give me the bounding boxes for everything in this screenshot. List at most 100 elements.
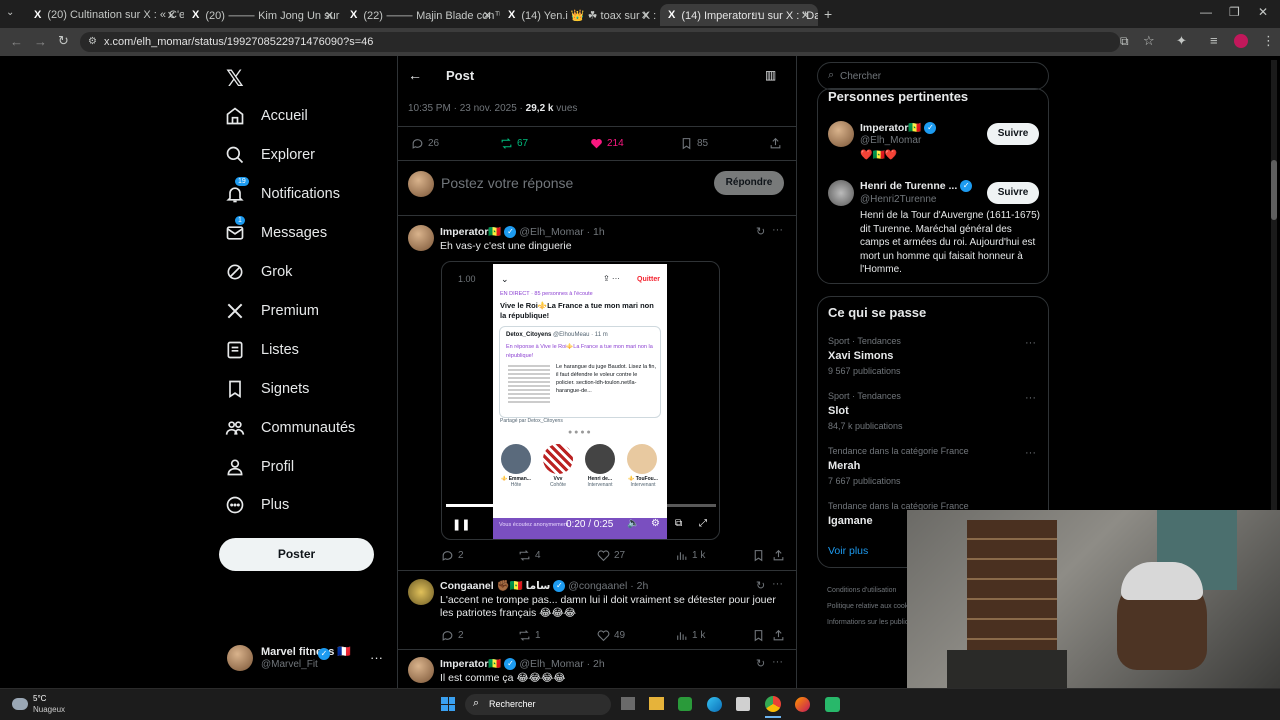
reply-author-name[interactable]: Imperator🇸🇳 xyxy=(440,226,502,238)
nav-more[interactable]: Plus xyxy=(225,490,289,520)
browser-tab-2[interactable]: X(20) ⸻ Kim Jong Un sur X : "✕ xyxy=(184,4,342,26)
nav-notifications[interactable]: 19 Notifications xyxy=(225,177,340,209)
grok-analyze-icon[interactable]: ↻ xyxy=(756,225,765,238)
account-menu-icon[interactable]: ··· xyxy=(370,650,383,665)
reply-bookmark-button[interactable] xyxy=(752,629,769,642)
maximize-icon[interactable]: ❐ xyxy=(1229,5,1240,19)
file-explorer-icon[interactable] xyxy=(649,697,664,710)
nav-profile[interactable]: Profil xyxy=(225,452,294,482)
nav-communities[interactable]: Communautés xyxy=(225,413,355,443)
reply-author-name[interactable]: Congaanel ✊🏾🇸🇳 ساما xyxy=(440,580,550,592)
person-name[interactable]: Imperator🇸🇳 xyxy=(860,122,922,134)
trend-more-icon[interactable]: ··· xyxy=(1025,337,1036,349)
trend-more-icon[interactable]: ··· xyxy=(1025,447,1036,459)
search-input[interactable]: Chercher xyxy=(840,71,881,82)
reply-more-icon[interactable]: ··· xyxy=(772,224,783,236)
bookmark-star-icon[interactable]: ☆ xyxy=(1143,33,1155,49)
reply-submit-button[interactable]: Répondre xyxy=(714,171,784,195)
nav-lists[interactable]: Listes xyxy=(225,335,299,365)
firefox-icon[interactable] xyxy=(795,697,810,712)
volume-icon[interactable]: 🔈 xyxy=(627,518,639,529)
reply-author-name[interactable]: Imperator🇸🇳 xyxy=(440,658,502,670)
windows-start-icon[interactable] xyxy=(441,697,455,711)
store-icon[interactable] xyxy=(736,697,750,711)
follow-button[interactable]: Suivre xyxy=(987,182,1039,204)
browser-tab-4[interactable]: X (14) Yen.i 👑 ☘ toax sur X : "V ✕ xyxy=(500,4,658,26)
reply-author-handle[interactable]: @Elh_Momar · 2h xyxy=(519,658,604,670)
task-view-icon[interactable] xyxy=(621,697,635,710)
reply-more-icon[interactable]: ··· xyxy=(772,656,783,668)
taskbar-search[interactable]: ⌕ Rechercher xyxy=(465,694,611,715)
reply-more-icon[interactable]: ··· xyxy=(772,578,783,590)
profile-avatar-icon[interactable] xyxy=(1234,34,1248,48)
chrome-icon[interactable] xyxy=(765,696,781,712)
reply-views-button[interactable]: 1 k xyxy=(675,549,705,562)
reply-avatar[interactable] xyxy=(408,225,434,251)
reply-share-button[interactable] xyxy=(772,629,789,642)
reply-reply-button[interactable]: 2 xyxy=(441,629,464,642)
scrollbar-thumb[interactable] xyxy=(1271,160,1277,220)
close-tab-icon[interactable]: ✕ xyxy=(641,9,650,22)
grok-analyze-icon[interactable]: ↻ xyxy=(756,657,765,670)
trend-item[interactable]: Tendance dans la catégorie France Merah … xyxy=(828,446,969,486)
reply-like-button[interactable]: 27 xyxy=(597,549,625,562)
pip-icon[interactable]: ⧉ xyxy=(675,518,682,529)
reader-mode-icon[interactable]: ▥ xyxy=(765,68,776,82)
browser-tab-1[interactable]: X (20) Cultination sur X : « C'est ✕ xyxy=(26,4,184,26)
back-icon[interactable]: ← xyxy=(10,34,23,49)
browser-tab-3[interactable]: X(22) ⸻ Majin Blade con™ sur X : ✕ xyxy=(342,4,500,26)
trend-more-icon[interactable]: ··· xyxy=(1025,392,1036,404)
reply-repost-button[interactable]: 4 xyxy=(518,549,541,562)
minimize-icon[interactable]: — xyxy=(1200,5,1212,19)
reply-avatar[interactable] xyxy=(408,657,434,683)
browser-menu-icon[interactable]: ⋮ xyxy=(1262,33,1275,49)
x-logo-icon[interactable]: 𝕏 xyxy=(226,66,244,92)
grok-analyze-icon[interactable]: ↻ xyxy=(756,579,765,592)
back-arrow-icon[interactable]: ← xyxy=(408,67,422,83)
post-reply-button[interactable]: 26 xyxy=(411,137,439,150)
reply-author-handle[interactable]: @Elh_Momar · 1h xyxy=(519,226,604,238)
reply-composer-input[interactable]: Postez votre réponse xyxy=(441,175,573,191)
site-info-icon[interactable]: ⚙ xyxy=(88,32,97,52)
nav-grok[interactable]: Grok xyxy=(225,257,292,287)
close-tab-icon[interactable]: ✕ xyxy=(483,9,492,22)
video-player[interactable]: 1.00 ⌄ ⇪ ··· Quitter EN DIRECT · 85 pers… xyxy=(441,261,720,540)
new-tab-icon[interactable]: + xyxy=(824,6,832,22)
reply-author-handle[interactable]: @congaanel · 2h xyxy=(568,580,648,592)
nav-explore[interactable]: Explorer xyxy=(225,140,315,170)
nav-home[interactable]: Accueil xyxy=(225,101,308,131)
nav-bookmarks[interactable]: Signets xyxy=(225,374,309,404)
extensions-icon[interactable]: ✦ xyxy=(1176,33,1187,49)
reply-reply-button[interactable]: 2 xyxy=(441,549,464,562)
app-icon[interactable] xyxy=(825,697,840,712)
post-like-button[interactable]: 214 xyxy=(590,137,624,150)
window-close-icon[interactable]: ✕ xyxy=(1258,5,1268,19)
close-tab-icon[interactable]: ✕ xyxy=(325,9,334,22)
footer-link-ads[interactable]: Informations sur les publicités xyxy=(827,615,919,631)
reply-bookmark-button[interactable] xyxy=(752,549,769,562)
close-tab-icon[interactable]: ✕ xyxy=(167,9,176,22)
settings-icon[interactable]: ⚙ xyxy=(651,518,660,529)
follow-button[interactable]: Suivre xyxy=(987,123,1039,145)
search-box[interactable]: ⌕ Chercher xyxy=(817,62,1049,90)
reload-icon[interactable]: ↻ xyxy=(58,33,69,49)
install-app-icon[interactable]: ⧉ xyxy=(1120,34,1129,49)
person-avatar[interactable] xyxy=(828,121,854,147)
tab-search-icon[interactable]: ⌄ xyxy=(6,7,20,21)
reply-views-button[interactable]: 1 k xyxy=(675,629,705,642)
address-bar[interactable]: ⚙ x.com/elh_momar/status/199270852297147… xyxy=(80,32,1120,52)
video-progress-track[interactable] xyxy=(446,504,716,507)
nav-premium[interactable]: Premium xyxy=(225,296,319,326)
post-share-button[interactable] xyxy=(769,137,786,150)
see-more-link[interactable]: Voir plus xyxy=(828,545,868,557)
reply-repost-button[interactable]: 1 xyxy=(518,629,541,642)
reply-share-button[interactable] xyxy=(772,549,789,562)
person-avatar[interactable] xyxy=(828,180,854,206)
reply-like-button[interactable]: 49 xyxy=(597,629,625,642)
browser-tab-active[interactable]: X (14) Imperatorยบ sur X : "Da ✕ xyxy=(660,4,818,26)
account-avatar[interactable] xyxy=(227,645,253,671)
pause-icon[interactable]: ❚❚ xyxy=(452,518,470,531)
nvidia-icon[interactable] xyxy=(678,697,692,711)
trend-item[interactable]: Sport · Tendances Xavi Simons 9 567 publ… xyxy=(828,336,901,376)
trend-item[interactable]: Sport · Tendances Slot 84,7 k publicatio… xyxy=(828,391,903,431)
